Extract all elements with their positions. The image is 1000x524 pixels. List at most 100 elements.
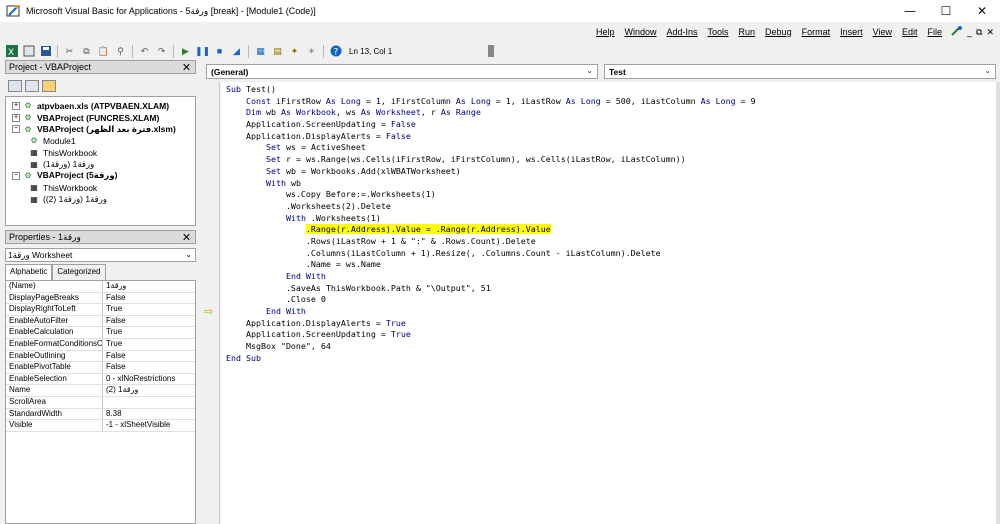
property-value[interactable]: ورقة1 <box>103 281 195 292</box>
tree-item[interactable]: ▦ ThisWorkbook <box>6 182 195 194</box>
break-icon[interactable]: ❚❚ <box>195 44 210 59</box>
menu-debug[interactable]: Debug <box>760 27 797 37</box>
property-row[interactable]: EnableCalculation True <box>6 327 195 339</box>
tree-item[interactable]: ▦ ورقة1 (ورقة1) <box>6 158 195 170</box>
tree-expander[interactable]: + <box>12 101 20 110</box>
property-row[interactable]: ScrollArea <box>6 396 195 409</box>
property-row[interactable]: (Name) ورقة1 <box>6 281 195 293</box>
property-value[interactable]: True <box>103 327 195 338</box>
tree-item[interactable]: ▦ ThisWorkbook <box>6 147 195 159</box>
property-row[interactable]: DisplayRightToLeft True <box>6 304 195 316</box>
property-row[interactable]: EnableFormatConditionsC True <box>6 338 195 351</box>
property-value[interactable]: False <box>103 362 195 373</box>
menu-file[interactable]: File <box>922 27 947 37</box>
standard-toolbar: X ✂ ⧉ 📋 ⚲ ↶ ↷ ▶ ❚❚ ■ ◢ ▦ ▤ ✦ ✶ ? Ln 13, … <box>0 42 1000 60</box>
cut-icon[interactable]: ✂ <box>62 44 77 59</box>
properties-close-button[interactable]: ✕ <box>180 231 193 244</box>
tree-item[interactable]: + ⚙ VBAProject (FUNCRES.XLAM) <box>6 112 195 124</box>
save-icon[interactable] <box>38 44 53 59</box>
minimize-button[interactable]: — <box>892 0 928 22</box>
project-explorer-icon[interactable]: ▦ <box>253 44 268 59</box>
help-icon[interactable]: ? <box>328 44 343 59</box>
property-row[interactable]: EnablePivotTable False <box>6 362 195 374</box>
property-value[interactable]: False <box>103 316 195 327</box>
view-excel-icon[interactable]: X <box>4 44 19 59</box>
design-mode-icon[interactable]: ◢ <box>229 44 244 59</box>
reset-icon[interactable]: ■ <box>212 44 227 59</box>
property-value[interactable]: False <box>103 293 195 304</box>
property-row[interactable]: DisplayPageBreaks False <box>6 292 195 305</box>
child-restore-button[interactable]: ⧉ <box>976 27 982 38</box>
redo-icon[interactable]: ↷ <box>154 44 169 59</box>
view-code-button[interactable] <box>8 80 22 92</box>
property-value[interactable]: True <box>103 304 195 315</box>
menu-format[interactable]: Format <box>797 27 836 37</box>
toggle-folders-button[interactable] <box>42 80 56 92</box>
paste-icon[interactable]: 📋 <box>96 44 111 59</box>
vertical-scrollbar[interactable] <box>996 82 1000 524</box>
property-row[interactable]: EnableSelection 0 - xlNoRestrictions <box>6 373 195 386</box>
find-icon[interactable]: ⚲ <box>113 44 128 59</box>
toolbar-overflow-grip[interactable] <box>488 45 495 57</box>
run-icon[interactable]: ▶ <box>178 44 193 59</box>
properties-grid: (Name) ورقة1 DisplayPageBreaks False Display… <box>5 280 196 524</box>
property-row[interactable]: StandardWidth 8.38 <box>6 408 195 421</box>
tree-expander[interactable]: + <box>12 113 20 122</box>
code-editor[interactable]: Sub Test() Const iFirstRow As Long = 1, … <box>221 82 1000 524</box>
object-combo[interactable]: (General) ⌄ <box>206 64 598 79</box>
object-browser-icon[interactable]: ✦ <box>287 44 302 59</box>
menu-run[interactable]: Run <box>734 27 761 37</box>
tree-item-label: ورقة1 (ورقة1) <box>43 158 95 169</box>
child-minimize-button[interactable]: _ <box>967 27 972 37</box>
property-value[interactable] <box>103 397 195 408</box>
menu-help[interactable]: Help <box>591 27 620 37</box>
property-row[interactable]: Name ورقة1 (2) <box>6 385 195 397</box>
tree-item[interactable]: − ⚙ VBAProject (ورقة5) <box>6 170 195 182</box>
property-value[interactable]: False <box>103 351 195 362</box>
undo-icon[interactable]: ↶ <box>137 44 152 59</box>
vba-menu-icon[interactable] <box>951 26 963 38</box>
menu-tools[interactable]: Tools <box>703 27 734 37</box>
maximize-button[interactable]: ☐ <box>928 0 964 22</box>
property-row[interactable]: EnableAutoFilter False <box>6 315 195 328</box>
code-margin[interactable]: ⇨ <box>200 82 220 524</box>
tree-expander[interactable]: − <box>12 125 20 134</box>
code-line: Application.ScreenUpdating = True <box>226 329 411 340</box>
copy-icon[interactable]: ⧉ <box>79 44 94 59</box>
property-value[interactable]: True <box>103 339 195 350</box>
properties-object-select[interactable]: ورقة1 Worksheet ⌄ <box>5 248 196 262</box>
property-row[interactable]: EnableOutlining False <box>6 350 195 363</box>
toolbox-icon[interactable]: ✶ <box>304 44 319 59</box>
property-name: (Name) <box>6 281 103 292</box>
property-value[interactable]: -1 - xlSheetVisible <box>103 420 195 431</box>
menu-edit[interactable]: Edit <box>897 27 923 37</box>
tree-item[interactable]: ⚙ Module1 <box>6 135 195 147</box>
tree-item[interactable]: + ⚙ atpvbaen.xls (ATPVBAEN.XLAM) <box>6 100 195 112</box>
property-row[interactable]: Visible -1 - xlSheetVisible <box>6 420 195 432</box>
property-value[interactable]: 8.38 <box>103 409 195 420</box>
project-explorer-close-button[interactable]: ✕ <box>180 61 193 74</box>
close-button[interactable]: ✕ <box>964 0 1000 22</box>
insert-module-icon[interactable] <box>21 44 36 59</box>
code-line: Application.DisplayAlerts = True <box>226 317 406 328</box>
procedure-combo[interactable]: Test ⌄ <box>604 64 996 79</box>
property-value[interactable]: 0 - xlNoRestrictions <box>103 374 195 385</box>
child-close-button[interactable]: ✕ <box>986 27 994 38</box>
view-object-button[interactable] <box>25 80 39 92</box>
tab-alphabetic[interactable]: Alphabetic <box>5 264 53 280</box>
tree-item[interactable]: − ⚙ VBAProject (فترة بعد الظهر.xlsm) <box>6 123 195 135</box>
tab-categorized[interactable]: Categorized <box>52 264 106 280</box>
property-value[interactable]: ورقة1 (2) <box>103 385 195 396</box>
code-line: Sub Test() <box>226 84 276 94</box>
execution-point-arrow-icon: ⇨ <box>204 306 214 318</box>
code-line: .Rows(iLastRow + 1 & ":" & .Rows.Count).… <box>226 235 536 246</box>
tree-item[interactable]: ▦ ورقة1 (ورقة1 (2)) <box>6 194 195 206</box>
properties-window-icon[interactable]: ▤ <box>270 44 285 59</box>
menu-insert[interactable]: Insert <box>835 27 868 37</box>
code-lines: Sub Test() Const iFirstRow As Long = 1, … <box>226 84 756 365</box>
menu-add-ins[interactable]: Add-Ins <box>661 27 702 37</box>
tree-expander[interactable]: − <box>12 171 20 180</box>
project-explorer-title: Project - VBAProject <box>9 62 92 72</box>
menu-view[interactable]: View <box>868 27 897 37</box>
menu-window[interactable]: Window <box>619 27 661 37</box>
